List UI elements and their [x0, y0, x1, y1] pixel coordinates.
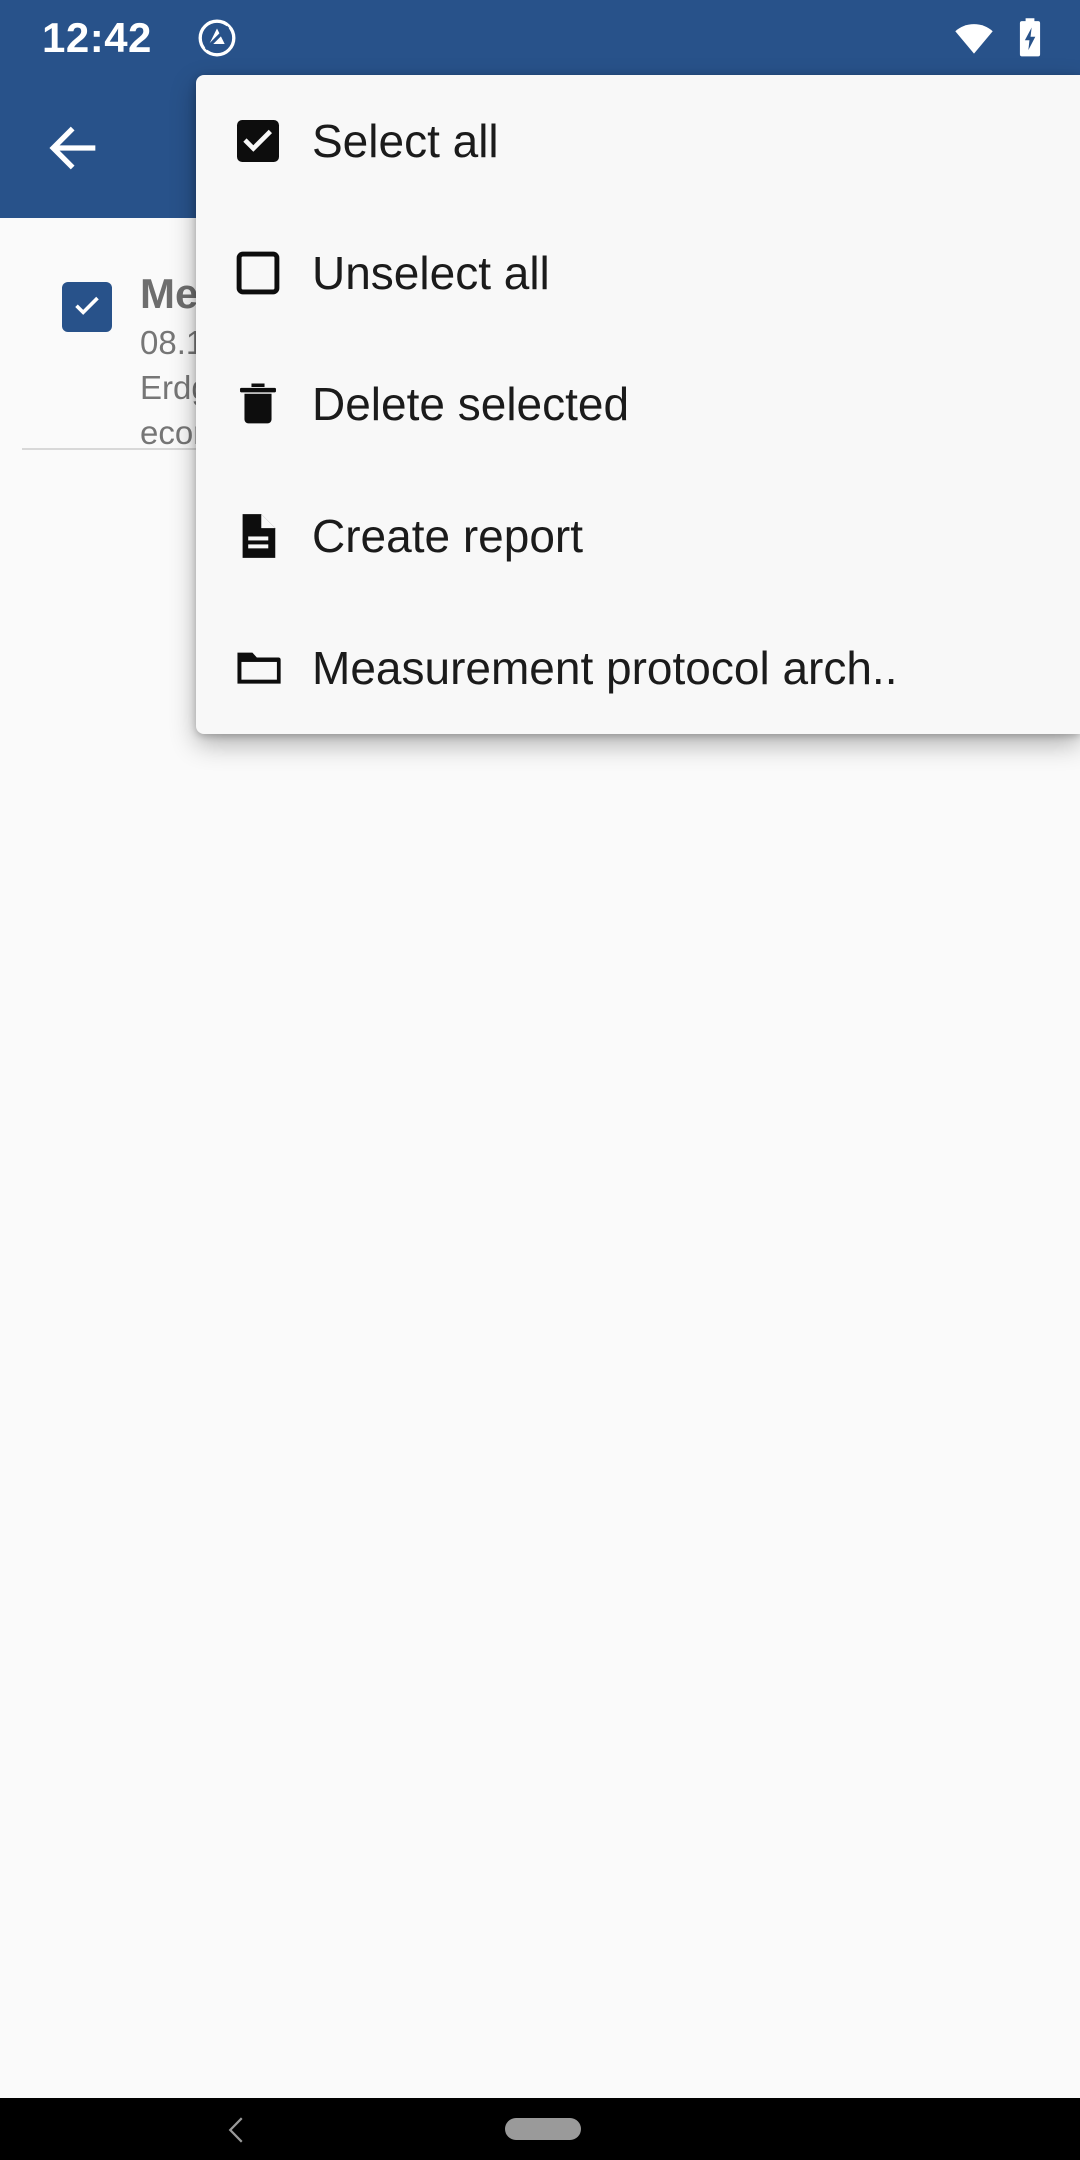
document-icon	[230, 508, 286, 564]
do-not-disturb-icon	[196, 17, 238, 59]
menu-item-label: Measurement protocol arch..	[312, 642, 898, 695]
battery-charging-icon	[1010, 16, 1050, 60]
chevron-back-icon[interactable]	[216, 2108, 260, 2152]
status-bar: 12:42	[0, 0, 1080, 76]
status-bar-icons	[952, 16, 1050, 60]
menu-item-label: Delete selected	[312, 378, 630, 431]
folder-icon	[230, 640, 286, 696]
home-pill-icon[interactable]	[505, 2118, 581, 2140]
options-popup-menu: Select all Unselect all Delete selected	[196, 75, 1080, 734]
checkbox-checked-icon	[230, 113, 286, 169]
wifi-icon	[952, 16, 996, 60]
phone-screen: 12:42 Me 08.1 Erdg econ Select all Unsel…	[0, 0, 1080, 2160]
menu-item-unselect-all[interactable]: Unselect all	[196, 207, 1080, 339]
menu-item-create-report[interactable]: Create report	[196, 470, 1080, 602]
menu-item-label: Unselect all	[312, 246, 550, 299]
system-navigation-bar	[0, 2098, 1080, 2160]
menu-item-select-all[interactable]: Select all	[196, 75, 1080, 207]
menu-item-label: Select all	[312, 114, 499, 167]
status-bar-clock: 12:42	[42, 14, 152, 61]
arrow-back-icon[interactable]	[38, 112, 110, 184]
checkbox-unchecked-icon	[230, 245, 286, 301]
trash-icon	[230, 376, 286, 432]
list-item-checkbox[interactable]	[62, 282, 112, 332]
menu-item-label: Create report	[312, 510, 584, 563]
menu-item-delete-selected[interactable]: Delete selected	[196, 339, 1080, 471]
menu-item-measurement-protocol-archive[interactable]: Measurement protocol arch..	[196, 602, 1080, 734]
